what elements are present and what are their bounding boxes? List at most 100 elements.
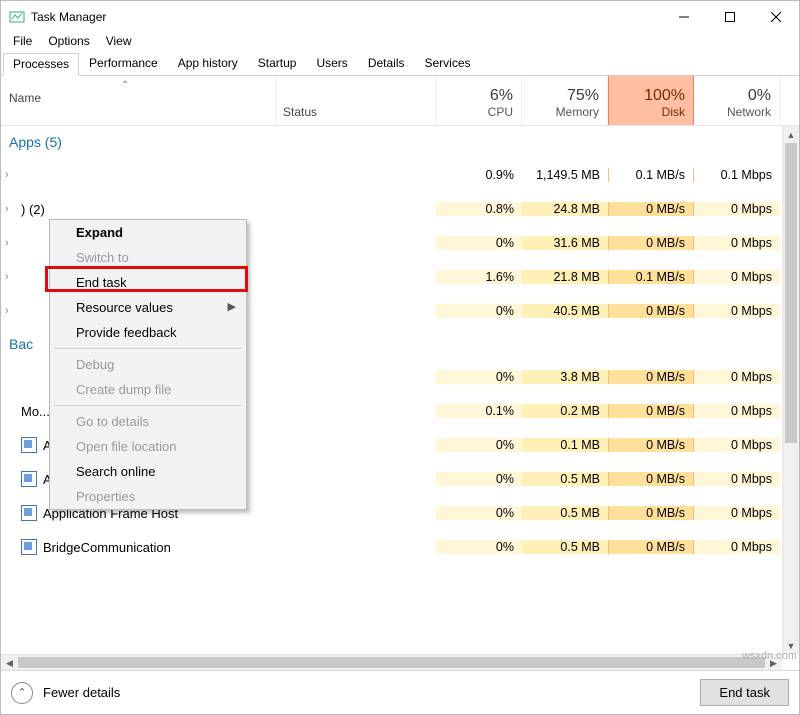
cell-disk: 0 MB/s: [608, 404, 694, 418]
cell-disk: 0.1 MB/s: [608, 168, 694, 182]
expand-caret-icon[interactable]: ›: [5, 203, 17, 215]
cell-net: 0 Mbps: [694, 404, 780, 418]
cell-mem: 0.5 MB: [522, 540, 608, 554]
header-status[interactable]: Status: [277, 76, 436, 125]
window-title: Task Manager: [31, 10, 106, 24]
cell-disk: 0 MB/s: [608, 202, 694, 216]
horizontal-scrollbar[interactable]: ◀ ▶: [1, 654, 782, 670]
footer: ⌃ Fewer details End task: [1, 670, 799, 714]
chevron-up-icon[interactable]: ⌃: [11, 682, 33, 704]
context-menu-item[interactable]: End task: [50, 270, 246, 295]
cell-disk: 0 MB/s: [608, 540, 694, 554]
end-task-button[interactable]: End task: [700, 679, 789, 706]
header-name[interactable]: ⌃ Name: [1, 76, 277, 125]
tab-users[interactable]: Users: [306, 52, 357, 75]
expand-caret-icon[interactable]: ›: [5, 169, 17, 181]
scroll-left-icon[interactable]: ◀: [1, 655, 18, 670]
cell-net: 0 Mbps: [694, 370, 780, 384]
menu-view[interactable]: View: [98, 32, 140, 52]
close-button[interactable]: [753, 1, 799, 32]
cell-net: 0 Mbps: [694, 236, 780, 250]
scroll-up-icon[interactable]: ▲: [783, 126, 799, 143]
menu-options[interactable]: Options: [40, 32, 97, 52]
cell-mem: 21.8 MB: [522, 270, 608, 284]
cell-mem: 0.2 MB: [522, 404, 608, 418]
cell-disk: 0 MB/s: [608, 236, 694, 250]
cell-cpu: 0.8%: [436, 202, 522, 216]
cell-disk: 0 MB/s: [608, 370, 694, 384]
maximize-button[interactable]: [707, 1, 753, 32]
header-cpu[interactable]: 6% CPU: [436, 76, 522, 125]
context-menu-separator: [54, 348, 242, 349]
cell-disk: 0 MB/s: [608, 472, 694, 486]
table-row[interactable]: BridgeCommunication 0%0.5 MB0 MB/s0 Mbps: [1, 530, 781, 564]
header-disk[interactable]: 100% Disk: [608, 76, 694, 125]
cell-cpu: 0.1%: [436, 404, 522, 418]
cell-mem: 31.6 MB: [522, 236, 608, 250]
process-icon: [21, 539, 37, 555]
context-menu-item[interactable]: Search online: [50, 459, 246, 484]
context-menu-item[interactable]: Resource values▶: [50, 295, 246, 320]
cell-net: 0.1 Mbps: [694, 168, 780, 182]
tab-app-history[interactable]: App history: [168, 52, 248, 75]
process-icon: [21, 505, 37, 521]
cell-disk: 0 MB/s: [608, 304, 694, 318]
cell-net: 0 Mbps: [694, 540, 780, 554]
cell-cpu: 0%: [436, 304, 522, 318]
vertical-scrollbar[interactable]: ▲ ▼: [782, 126, 799, 654]
header-network[interactable]: 0% Network: [694, 76, 780, 125]
cell-mem: 0.5 MB: [522, 506, 608, 520]
cell-cpu: 0.9%: [436, 168, 522, 182]
tab-details[interactable]: Details: [358, 52, 415, 75]
app-icon: [9, 9, 25, 25]
sort-indicator-icon: ⌃: [121, 80, 129, 91]
cell-mem: 40.5 MB: [522, 304, 608, 318]
cell-net: 0 Mbps: [694, 202, 780, 216]
expand-caret-icon[interactable]: ›: [5, 305, 17, 317]
section-apps-header: Apps (5): [1, 126, 781, 158]
cell-net: 0 Mbps: [694, 506, 780, 520]
process-name: BridgeCommunication: [43, 540, 171, 555]
header-memory[interactable]: 75% Memory: [522, 76, 608, 125]
cell-net: 0 Mbps: [694, 304, 780, 318]
context-menu-item: Create dump file: [50, 377, 246, 402]
cell-cpu: 1.6%: [436, 270, 522, 284]
expand-caret-icon[interactable]: ›: [5, 237, 17, 249]
cell-mem: 1,149.5 MB: [522, 168, 608, 182]
cell-cpu: 0%: [436, 506, 522, 520]
watermark: wsxdn.com: [742, 650, 797, 662]
cell-cpu: 0%: [436, 472, 522, 486]
tab-performance[interactable]: Performance: [79, 52, 168, 75]
cell-cpu: 0%: [436, 370, 522, 384]
cell-name: ›: [1, 169, 277, 181]
expand-caret-icon[interactable]: ›: [5, 271, 17, 283]
window-controls: [661, 1, 799, 32]
cell-net: 0 Mbps: [694, 438, 780, 452]
cell-disk: 0 MB/s: [608, 438, 694, 452]
tab-startup[interactable]: Startup: [248, 52, 307, 75]
menu-file[interactable]: File: [5, 32, 40, 52]
context-menu-item[interactable]: Provide feedback: [50, 320, 246, 345]
context-menu-item: Switch to: [50, 245, 246, 270]
cell-mem: 24.8 MB: [522, 202, 608, 216]
table-row[interactable]: › 0.9%1,149.5 MB0.1 MB/s0.1 Mbps: [1, 158, 781, 192]
context-menu: ExpandSwitch toEnd taskResource values▶P…: [49, 219, 247, 510]
context-menu-item: Debug: [50, 352, 246, 377]
process-name: ) (2): [21, 202, 45, 217]
tab-strip: Processes Performance App history Startu…: [1, 52, 799, 76]
cell-net: 0 Mbps: [694, 270, 780, 284]
cell-mem: 0.5 MB: [522, 472, 608, 486]
cell-name: BridgeCommunication: [1, 539, 277, 555]
task-manager-window: Task Manager File Options View Processes…: [0, 0, 800, 715]
vertical-scroll-thumb[interactable]: [785, 143, 797, 443]
tab-processes[interactable]: Processes: [3, 53, 79, 76]
minimize-button[interactable]: [661, 1, 707, 32]
cell-cpu: 0%: [436, 540, 522, 554]
fewer-details-link[interactable]: Fewer details: [43, 685, 120, 700]
horizontal-scroll-thumb[interactable]: [18, 657, 765, 668]
column-headers: ⌃ Name Status 6% CPU 75% Memory 100% Dis…: [1, 76, 799, 126]
tab-services[interactable]: Services: [415, 52, 481, 75]
titlebar: Task Manager: [1, 1, 799, 32]
cell-cpu: 0%: [436, 236, 522, 250]
context-menu-item[interactable]: Expand: [50, 220, 246, 245]
